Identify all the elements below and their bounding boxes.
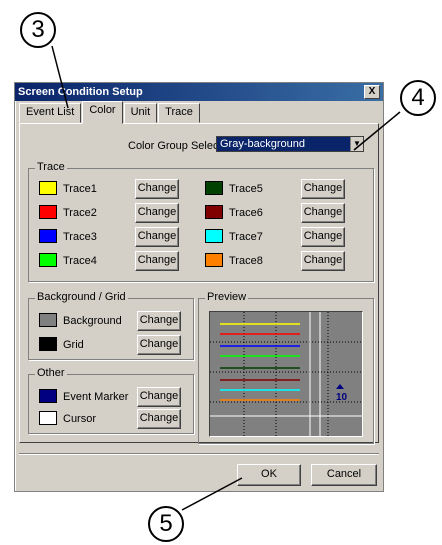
cancel-button[interactable]: Cancel	[311, 464, 377, 486]
callout-5: 5	[148, 506, 184, 542]
tab-event-list[interactable]: Event List	[19, 103, 82, 123]
event-marker-label: Event Marker	[63, 391, 129, 403]
trace3-label: Trace3	[63, 231, 97, 243]
separator	[19, 453, 379, 455]
background-grid-group-label: Background / Grid	[35, 291, 128, 303]
grid-swatch	[39, 337, 57, 351]
callout-3: 3	[20, 12, 56, 48]
trace3-change-button[interactable]: Change	[135, 227, 179, 247]
color-tab-panel: Color Group Select Gray-background ▼ Tra…	[19, 123, 379, 444]
trace7-label: Trace7	[229, 231, 263, 243]
event-marker-change-button[interactable]: Change	[137, 387, 181, 407]
close-button[interactable]: X	[364, 85, 380, 99]
grid-change-button[interactable]: Change	[137, 335, 181, 355]
trace2-label: Trace2	[63, 207, 97, 219]
tab-color[interactable]: Color	[82, 101, 123, 124]
trace5-swatch	[205, 181, 223, 195]
cursor-label: Cursor	[63, 413, 97, 425]
trace8-label: Trace8	[229, 255, 263, 267]
trace-group: Trace Trace1 Change Trace2 Change Trace3…	[28, 161, 374, 282]
trace5-change-button[interactable]: Change	[301, 179, 345, 199]
preview-group-label: Preview	[205, 291, 249, 303]
background-label: Background	[63, 315, 122, 327]
tab-unit[interactable]: Unit	[123, 103, 158, 123]
preview-canvas: 10	[209, 311, 363, 437]
dialog-titlebar: Screen Condition Setup X	[15, 83, 383, 101]
trace6-label: Trace6	[229, 207, 263, 219]
color-group-select[interactable]: Gray-background ▼	[216, 136, 364, 152]
trace1-label: Trace1	[63, 183, 97, 195]
trace8-change-button[interactable]: Change	[301, 251, 345, 271]
dialog-title: Screen Condition Setup	[18, 86, 143, 98]
trace1-change-button[interactable]: Change	[135, 179, 179, 199]
trace6-change-button[interactable]: Change	[301, 203, 345, 223]
trace3-swatch	[39, 229, 57, 243]
dropdown-arrow-icon[interactable]: ▼	[350, 137, 363, 151]
cursor-swatch	[39, 411, 57, 425]
preview-group: Preview 10	[198, 291, 374, 444]
trace4-swatch	[39, 253, 57, 267]
trace5-label: Trace5	[229, 183, 263, 195]
preview-plot: 10	[210, 312, 362, 436]
trace7-change-button[interactable]: Change	[301, 227, 345, 247]
trace-group-label: Trace	[35, 161, 67, 173]
grid-label: Grid	[63, 339, 84, 351]
event-marker-icon	[336, 384, 344, 389]
background-change-button[interactable]: Change	[137, 311, 181, 331]
callout-4: 4	[400, 80, 436, 116]
background-grid-group: Background / Grid Background Change Grid…	[28, 291, 194, 360]
tab-strip: Event List Color Unit Trace	[19, 101, 201, 124]
cursor-change-button[interactable]: Change	[137, 409, 181, 429]
trace4-change-button[interactable]: Change	[135, 251, 179, 271]
trace2-change-button[interactable]: Change	[135, 203, 179, 223]
event-marker-swatch	[39, 389, 57, 403]
tab-trace[interactable]: Trace	[158, 103, 200, 123]
background-swatch	[39, 313, 57, 327]
trace7-swatch	[205, 229, 223, 243]
trace2-swatch	[39, 205, 57, 219]
other-group: Other Event Marker Change Cursor Change	[28, 367, 194, 434]
color-group-value: Gray-background	[220, 138, 305, 150]
trace8-swatch	[205, 253, 223, 267]
trace6-swatch	[205, 205, 223, 219]
screen-condition-dialog: Screen Condition Setup X Event List Colo…	[14, 82, 384, 492]
trace4-label: Trace4	[63, 255, 97, 267]
other-group-label: Other	[35, 367, 67, 379]
preview-marker-text: 10	[336, 392, 348, 403]
ok-button[interactable]: OK	[237, 464, 301, 486]
trace1-swatch	[39, 181, 57, 195]
color-group-label: Color Group Select	[128, 140, 222, 152]
